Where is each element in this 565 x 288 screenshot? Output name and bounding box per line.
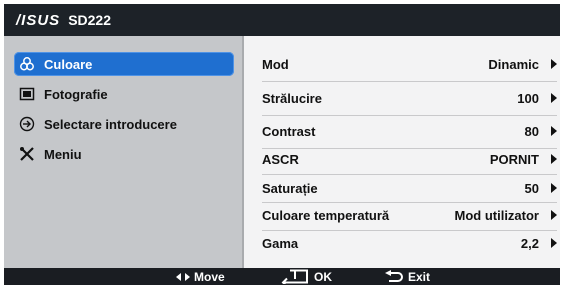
ok-hint: OK xyxy=(280,268,332,285)
divider xyxy=(262,230,557,231)
setting-row-contrast[interactable]: Contrast 80 xyxy=(262,120,557,142)
setting-value: 50 xyxy=(524,180,539,196)
tools-icon xyxy=(18,145,36,163)
setting-value: Mod utilizator xyxy=(454,207,540,223)
menu-panel: Culoare Fotografie Selectare introducere… xyxy=(4,36,560,268)
setting-value: 80 xyxy=(524,123,539,139)
sidebar-item-meniu[interactable]: Meniu xyxy=(14,142,234,166)
footer-bar: Move OK Exit xyxy=(4,268,560,285)
ok-label: OK xyxy=(314,269,332,284)
setting-row-stralucire[interactable]: Strălucire 100 xyxy=(262,87,557,109)
arrow-right-icon xyxy=(551,238,557,248)
sidebar-item-label: Fotografie xyxy=(44,86,108,102)
setting-value: Dinamic xyxy=(488,56,539,72)
back-arrow-icon xyxy=(385,270,403,282)
sidebar-item-label: Culoare xyxy=(44,56,93,72)
setting-label: Culoare temperatură xyxy=(262,207,390,223)
title-bar: /ISUS SD222 xyxy=(4,4,560,36)
arrow-right-icon xyxy=(551,126,557,136)
sidebar-item-selectare-introducere[interactable]: Selectare introducere xyxy=(14,112,234,136)
input-icon xyxy=(18,115,36,133)
photo-icon xyxy=(18,85,36,103)
setting-label: Saturație xyxy=(262,180,318,196)
sidebar-item-label: Meniu xyxy=(44,146,82,162)
sidebar: Culoare Fotografie Selectare introducere… xyxy=(4,36,244,268)
setting-value: 100 xyxy=(517,90,539,106)
divider xyxy=(262,174,557,175)
divider xyxy=(262,115,557,116)
enter-icon xyxy=(281,269,308,284)
sidebar-item-culoare[interactable]: Culoare xyxy=(14,52,234,76)
divider xyxy=(262,81,557,82)
sidebar-item-fotografie[interactable]: Fotografie xyxy=(14,82,234,106)
setting-row-culoare-temperatura[interactable]: Culoare temperatură Mod utilizator xyxy=(262,204,557,226)
exit-label: Exit xyxy=(408,269,431,284)
setting-row-saturatie[interactable]: Saturație 50 xyxy=(262,177,557,199)
move-arrows-icon xyxy=(176,272,190,281)
move-label: Move xyxy=(194,269,225,284)
setting-label: Mod xyxy=(262,56,289,72)
arrow-right-icon xyxy=(551,93,557,103)
setting-label: ASCR xyxy=(262,151,299,167)
setting-row-gama[interactable]: Gama 2,2 xyxy=(262,232,557,254)
arrow-right-icon xyxy=(551,154,557,164)
move-hint: Move xyxy=(176,268,225,285)
osd-menu: /ISUS SD222 Culoare Fotografie Selectare… xyxy=(4,4,560,285)
setting-label: Contrast xyxy=(262,123,316,139)
setting-row-mod[interactable]: Mod Dinamic xyxy=(262,53,557,75)
divider xyxy=(262,202,557,203)
setting-value: PORNIT xyxy=(489,151,539,167)
model-name: SD222 xyxy=(68,12,111,28)
setting-value: 2,2 xyxy=(520,235,539,251)
arrow-right-icon xyxy=(551,59,557,69)
setting-label: Gama xyxy=(262,235,299,251)
sidebar-item-label: Selectare introducere xyxy=(44,116,177,132)
setting-label: Strălucire xyxy=(262,90,322,106)
setting-row-ascr[interactable]: ASCR PORNIT xyxy=(262,148,557,170)
arrow-right-icon xyxy=(551,183,557,193)
brand-logo: /ISUS xyxy=(16,11,61,29)
exit-hint: Exit xyxy=(384,268,430,285)
arrow-right-icon xyxy=(551,210,557,220)
palette-icon xyxy=(18,55,36,73)
settings-list: Mod Dinamic Strălucire 100 Contrast 80 A… xyxy=(244,36,560,268)
